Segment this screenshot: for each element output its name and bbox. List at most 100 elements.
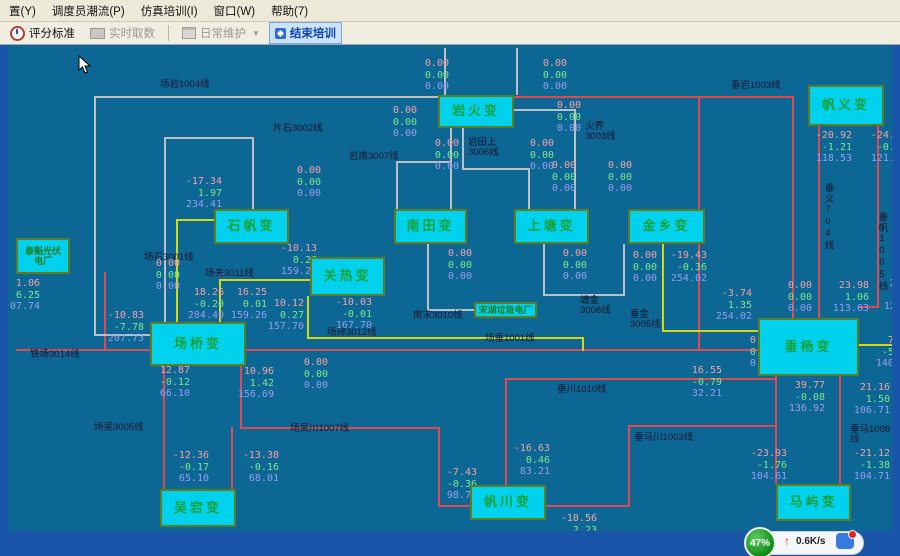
substation-box[interactable]: 帆义变: [808, 85, 884, 126]
flow-value-i: 0.00: [413, 161, 459, 173]
substation-box[interactable]: 垂杨变: [758, 318, 859, 376]
toolbar-button-2[interactable]: 日常维护▼: [176, 22, 266, 44]
flow-value-i: 0.00: [521, 81, 567, 93]
flow-value-p: -10.13: [271, 243, 317, 255]
transmission-line-segment: [839, 376, 841, 484]
transmission-line-segment: [582, 337, 584, 351]
flow-value-p: -16.63: [504, 443, 550, 455]
flow-value-p: 0.00: [541, 248, 587, 260]
transmission-line-segment: [628, 425, 777, 427]
transmission-line-segment: [252, 137, 254, 209]
flow-value-i: 157.70: [258, 321, 304, 333]
transmission-line-segment: [628, 425, 630, 507]
substation-box[interactable]: 吴宕变: [160, 489, 236, 527]
transmission-line-segment: [164, 137, 254, 139]
line-label: 岩南3007线: [349, 152, 399, 162]
flow-value-q: 1.50: [844, 394, 890, 406]
substation-box[interactable]: 上塘变: [514, 209, 589, 244]
substation-box[interactable]: 岩火变: [438, 95, 514, 128]
flow-value-q: -7.78: [98, 322, 144, 334]
flow-values: 24.680.36121.86: [874, 278, 892, 313]
flow-value-i: 0.00: [541, 271, 587, 283]
flow-value-q: -0.01: [326, 309, 372, 321]
flow-values: 0.000.000.00: [275, 165, 321, 200]
flow-value-q: -1.21: [806, 142, 852, 154]
substation-box[interactable]: 场桥变: [150, 322, 246, 366]
flow-value-p: -13.38: [233, 450, 279, 462]
toolbar-button-3[interactable]: 结束培训: [269, 22, 342, 44]
flow-values: 21.161.50106.71: [844, 382, 890, 417]
flow-value-q: 0.00: [541, 260, 587, 272]
notification-dot: [848, 530, 857, 539]
flow-value-i: 0.00: [282, 380, 328, 392]
flow-value-p: 23.98: [823, 280, 869, 292]
toolbar-button-label: 实时取数: [109, 25, 155, 41]
line-label: 塘金 3008线: [580, 296, 611, 317]
flow-values: 23.981.06113.63: [823, 280, 869, 315]
flow-value-p: -10.83: [98, 310, 144, 322]
flow-value-p: 7.00: [866, 335, 892, 347]
flow-value-i: 136.92: [779, 403, 825, 415]
mouse-cursor: [78, 55, 92, 75]
flow-values: 0.000.000.00: [530, 160, 576, 195]
flow-value-p: 16.55: [676, 365, 722, 377]
line-label: 岩田上 3006线: [468, 138, 499, 159]
flow-value-q: 0.00: [371, 117, 417, 129]
toolbar-button-label: 结束培训: [290, 25, 336, 41]
network-speed-widget[interactable]: 47% ↑ 0.6K/s: [744, 527, 864, 556]
flow-values: 0.000.000.00: [586, 160, 632, 195]
flow-value-p: -23.93: [741, 448, 787, 460]
menu-item-0[interactable]: 置(Y): [2, 1, 43, 21]
upload-arrow-icon: ↑: [784, 534, 790, 548]
flow-value-p: 0.00: [766, 280, 812, 292]
flow-value-p: 18.26: [178, 287, 224, 299]
toolbar-button-0[interactable]: 评分标准: [4, 22, 81, 44]
security-percent-badge[interactable]: 47%: [744, 527, 776, 556]
toolbar-button-1[interactable]: 实时取数: [84, 22, 161, 44]
flow-values: 0.000.000.00: [134, 258, 180, 293]
substation-box[interactable]: 金乡变: [628, 209, 705, 244]
flow-value-p: 0.00: [521, 58, 567, 70]
transmission-line-segment: [94, 96, 96, 336]
flow-value-i: 83.21: [504, 466, 550, 478]
substation-box[interactable]: 关热变: [310, 257, 385, 296]
menu-item-2[interactable]: 仿真培训(I): [134, 1, 205, 21]
network-speed-value: 0.6K/s: [796, 536, 825, 547]
transmission-line-segment: [546, 505, 630, 507]
line-label: 片石3002线: [273, 124, 323, 134]
flow-value-q: 0.00: [521, 70, 567, 82]
flow-values: -21.12-1.38104.71: [844, 448, 890, 483]
substation-box[interactable]: 泰魁光伏 电厂: [16, 238, 70, 274]
camera-icon: [90, 28, 105, 39]
flow-value-q: -0.60: [861, 142, 892, 154]
window-border-left: [0, 45, 8, 556]
transmission-line-segment: [164, 137, 166, 322]
flow-values: 12.87-0.1266.10: [144, 365, 190, 400]
substation-box[interactable]: 马屿变: [776, 484, 851, 521]
flow-value-q: -1.38: [844, 460, 890, 472]
substation-box[interactable]: 宋湖垃圾电厂: [474, 302, 537, 318]
flow-value-i: 254.02: [661, 273, 707, 285]
line-label: 场关3011线: [205, 269, 254, 279]
flow-value-p: 0.00: [530, 160, 576, 172]
flow-values: -19.43-0.36254.02: [661, 250, 707, 285]
menu-item-4[interactable]: 帮助(7): [264, 1, 315, 21]
menu-item-3[interactable]: 窗口(W): [207, 1, 263, 21]
flow-value-p: -7.43: [431, 467, 477, 479]
flow-value-p: -20.92: [806, 130, 852, 142]
dropdown-arrow-icon[interactable]: ▼: [252, 29, 260, 38]
flow-value-q: 0.27: [258, 310, 304, 322]
flow-value-i: 284.40: [178, 310, 224, 322]
substation-box[interactable]: 帆川变: [470, 485, 546, 520]
flow-values: 10.961.42156.69: [228, 366, 274, 401]
substation-box[interactable]: 石帆变: [214, 209, 289, 244]
flow-value-p: 24.68: [874, 278, 892, 290]
flow-values: 0.000.000.00: [371, 105, 417, 140]
substation-box[interactable]: 南田变: [394, 209, 467, 244]
flow-value-q: 0.00: [413, 150, 459, 162]
menu-item-1[interactable]: 调度员潮流(P): [45, 1, 132, 21]
grid-diagram-canvas: 场岩1004线垂岩1003线片石3002线岩南3007线岩田上 3006线火界 …: [8, 45, 892, 531]
flow-value-q: -5.31: [866, 347, 892, 359]
flow-values: -16.630.4683.21: [504, 443, 550, 478]
line-label: 铁场3014线: [30, 350, 80, 360]
